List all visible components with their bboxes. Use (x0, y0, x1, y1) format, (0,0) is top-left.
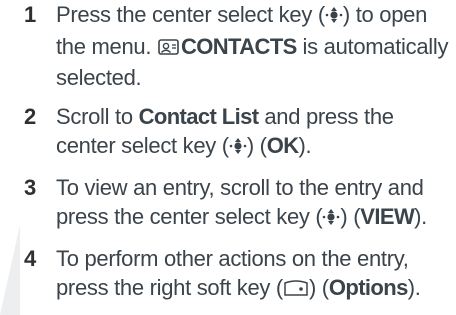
decorative-shape (0, 225, 20, 315)
step-number: 4 (24, 246, 37, 271)
center-select-key-icon (322, 206, 340, 235)
step-number: 3 (24, 175, 37, 200)
center-select-key-icon (229, 135, 247, 164)
step-number: 2 (24, 104, 37, 129)
step-text: To view an entry, scroll to the entry an… (56, 174, 452, 234)
center-select-key-icon (325, 4, 343, 33)
step-number: 1 (24, 2, 37, 27)
step-text: Scroll to Contact List and press the cen… (56, 103, 452, 163)
contacts-icon (157, 36, 181, 65)
step-text: Press the center select key () to open t… (56, 2, 449, 90)
step-text: To perform other actions on the entry, p… (56, 245, 452, 305)
right-soft-key-icon (283, 277, 309, 306)
